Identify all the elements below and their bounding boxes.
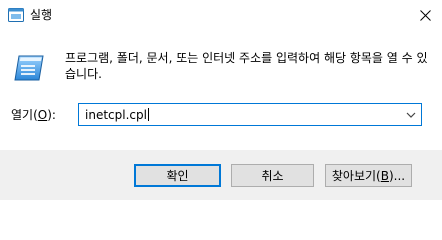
chevron-down-icon[interactable] [405, 109, 417, 121]
window-title: 실행 [30, 8, 53, 22]
ok-button-label: 확인 [166, 169, 189, 183]
open-input-text: inetcpl.cpl [85, 108, 147, 122]
open-label-suffix: ): [47, 108, 56, 122]
title-bar[interactable]: 실행 [0, 0, 442, 30]
run-dialog-icon [14, 55, 44, 81]
open-label: 열기(O): [11, 108, 56, 122]
browse-label-mnemonic: B [380, 168, 389, 183]
open-label-mnemonic: O [37, 108, 48, 122]
cancel-button[interactable]: 취소 [231, 164, 314, 187]
run-dialog: 실행 프로그램, 폴더, 문서, 또는 인터넷 주소를 입력하여 해당 항목을 … [0, 0, 442, 200]
open-input[interactable]: inetcpl.cpl [85, 108, 149, 122]
cancel-button-label: 취소 [261, 169, 284, 183]
close-button[interactable] [408, 0, 442, 30]
open-label-prefix: 열기( [11, 108, 38, 122]
close-icon [419, 9, 431, 21]
open-combobox[interactable]: inetcpl.cpl [78, 103, 422, 126]
run-icon [8, 8, 24, 22]
ok-button[interactable]: 확인 [134, 164, 221, 187]
browse-label-prefix: 찾아보기( [331, 169, 381, 183]
dialog-description: 프로그램, 폴더, 문서, 또는 인터넷 주소를 입력하여 해당 항목을 열 수… [65, 51, 428, 81]
text-caret [147, 108, 149, 121]
browse-button[interactable]: 찾아보기(B)... [325, 164, 412, 187]
browse-label-suffix: )... [388, 168, 406, 183]
